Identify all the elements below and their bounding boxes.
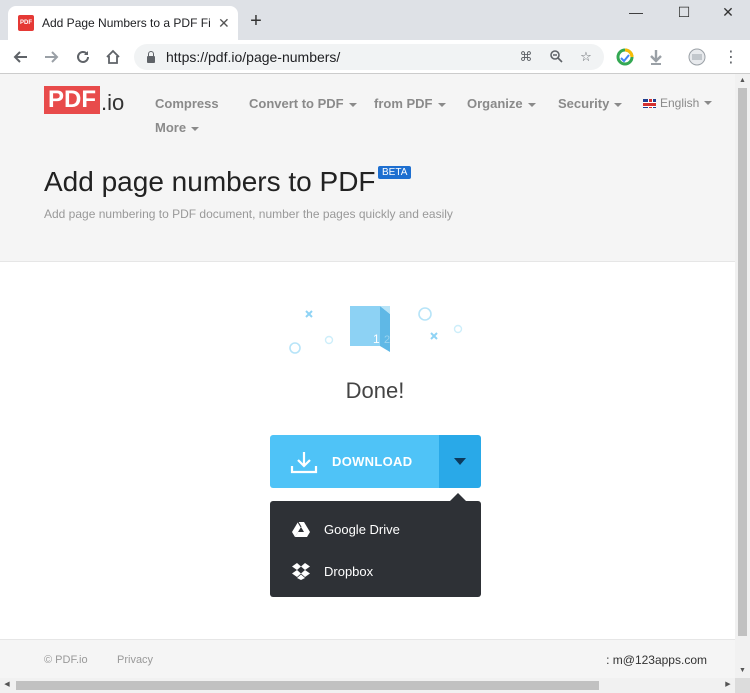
scroll-up-icon[interactable]: ▲ (735, 74, 750, 88)
address-bar[interactable]: https://pdf.io/page-numbers/ ⌘ ☆ (134, 44, 604, 70)
footer-privacy-link[interactable]: Privacy (117, 654, 153, 666)
language-label: English (660, 96, 700, 110)
decor-circle-icon (453, 324, 463, 334)
extension-ring-icon[interactable] (616, 48, 634, 66)
download-icon (290, 451, 318, 473)
download-arrow-icon[interactable] (647, 48, 665, 66)
browser-toolbar: https://pdf.io/page-numbers/ ⌘ ☆ ⋮ (0, 40, 750, 74)
nav-convert-to-pdf[interactable]: Convert to PDF (249, 96, 357, 111)
horizontal-scrollbar[interactable]: ◀ ▶ (0, 678, 735, 693)
chevron-down-icon (191, 126, 200, 131)
nav-more[interactable]: More (155, 120, 200, 135)
caret-down-icon (454, 458, 466, 465)
maximize-icon[interactable]: ☐ (674, 4, 694, 21)
decor-circle-icon (324, 335, 334, 345)
google-drive-label: Google Drive (324, 521, 400, 537)
dropbox-label: Dropbox (324, 563, 374, 579)
chevron-down-icon (704, 101, 713, 105)
page-number-two: 2 (384, 334, 390, 346)
profile-avatar-icon[interactable] (688, 48, 706, 66)
tab-close-icon[interactable]: ✕ (218, 15, 230, 32)
download-options-toggle[interactable] (439, 435, 481, 488)
download-button[interactable]: DOWNLOAD (270, 435, 439, 488)
language-selector[interactable]: English (643, 96, 713, 110)
nav-from-pdf[interactable]: from PDF (374, 96, 446, 111)
logo-io: .io (101, 90, 125, 115)
chrome-menu-icon[interactable]: ⋮ (720, 46, 742, 68)
scroll-right-icon[interactable]: ▶ (721, 678, 735, 692)
page-viewport: PDF .io Compress Convert to PDF from PDF… (0, 74, 750, 693)
dropbox-icon (292, 563, 310, 580)
star-icon[interactable]: ☆ (578, 49, 594, 65)
scroll-corner (735, 678, 750, 693)
decor-circle-icon (418, 307, 432, 321)
nav-compress[interactable]: Compress (155, 96, 219, 111)
decor-circle-icon (289, 342, 301, 354)
done-status: Done! (345, 378, 405, 403)
google-drive-icon (292, 521, 310, 537)
browser-titlebar: PDF Add Page Numbers to a PDF Fi ✕ + — ☐… (0, 0, 750, 40)
back-icon[interactable] (10, 46, 32, 68)
tab-title: Add Page Numbers to a PDF Fi (42, 16, 211, 30)
url-text: https://pdf.io/page-numbers/ (166, 49, 341, 65)
new-tab-icon[interactable]: + (246, 10, 266, 32)
uk-flag-icon (643, 98, 656, 108)
lock-icon[interactable] (146, 51, 156, 63)
chevron-down-icon (348, 102, 357, 107)
logo-pdf: PDF (44, 86, 100, 114)
vertical-scroll-thumb[interactable] (738, 88, 747, 636)
vertical-scrollbar[interactable]: ▲ ▼ (735, 74, 750, 678)
minimize-icon[interactable]: — (626, 4, 646, 20)
site-footer: © PDF.io Privacy : m@123apps.com (0, 639, 735, 678)
nav-organize[interactable]: Organize (467, 96, 536, 111)
scroll-left-icon[interactable]: ◀ (0, 678, 14, 692)
home-icon[interactable] (102, 46, 124, 68)
page-subtitle: Add page numbering to PDF document, numb… (44, 207, 453, 221)
scroll-down-icon[interactable]: ▼ (735, 664, 750, 678)
footer-copyright: © PDF.io (44, 654, 88, 666)
pdfio-logo[interactable]: PDF .io (44, 86, 124, 114)
footer-email[interactable]: : m@123apps.com (606, 653, 707, 667)
chevron-down-icon (614, 102, 623, 107)
chevron-down-icon (437, 102, 446, 107)
translate-icon[interactable]: ⌘ (518, 49, 534, 65)
page-numbers-illustration: 1 2 (289, 306, 463, 354)
chevron-down-icon (527, 102, 536, 107)
beta-badge: BETA (378, 166, 412, 179)
window-close-icon[interactable]: ✕ (718, 4, 738, 21)
browser-tab[interactable]: PDF Add Page Numbers to a PDF Fi ✕ (8, 6, 238, 40)
site-header: PDF .io Compress Convert to PDF from PDF… (0, 74, 735, 262)
horizontal-scroll-thumb[interactable] (16, 681, 599, 690)
download-options-menu: Google Drive Dropbox (270, 493, 481, 597)
page-title: Add page numbers to PDF (44, 166, 376, 197)
download-label: DOWNLOAD (332, 454, 413, 469)
page-number-one: 1 (373, 332, 380, 346)
forward-icon[interactable] (40, 46, 62, 68)
zoom-icon[interactable] (548, 49, 564, 65)
dropbox-option[interactable]: Dropbox (270, 551, 481, 591)
reload-icon[interactable] (72, 46, 94, 68)
google-drive-option[interactable]: Google Drive (270, 509, 481, 549)
nav-security[interactable]: Security (558, 96, 623, 111)
pdf-favicon-icon: PDF (18, 15, 34, 31)
